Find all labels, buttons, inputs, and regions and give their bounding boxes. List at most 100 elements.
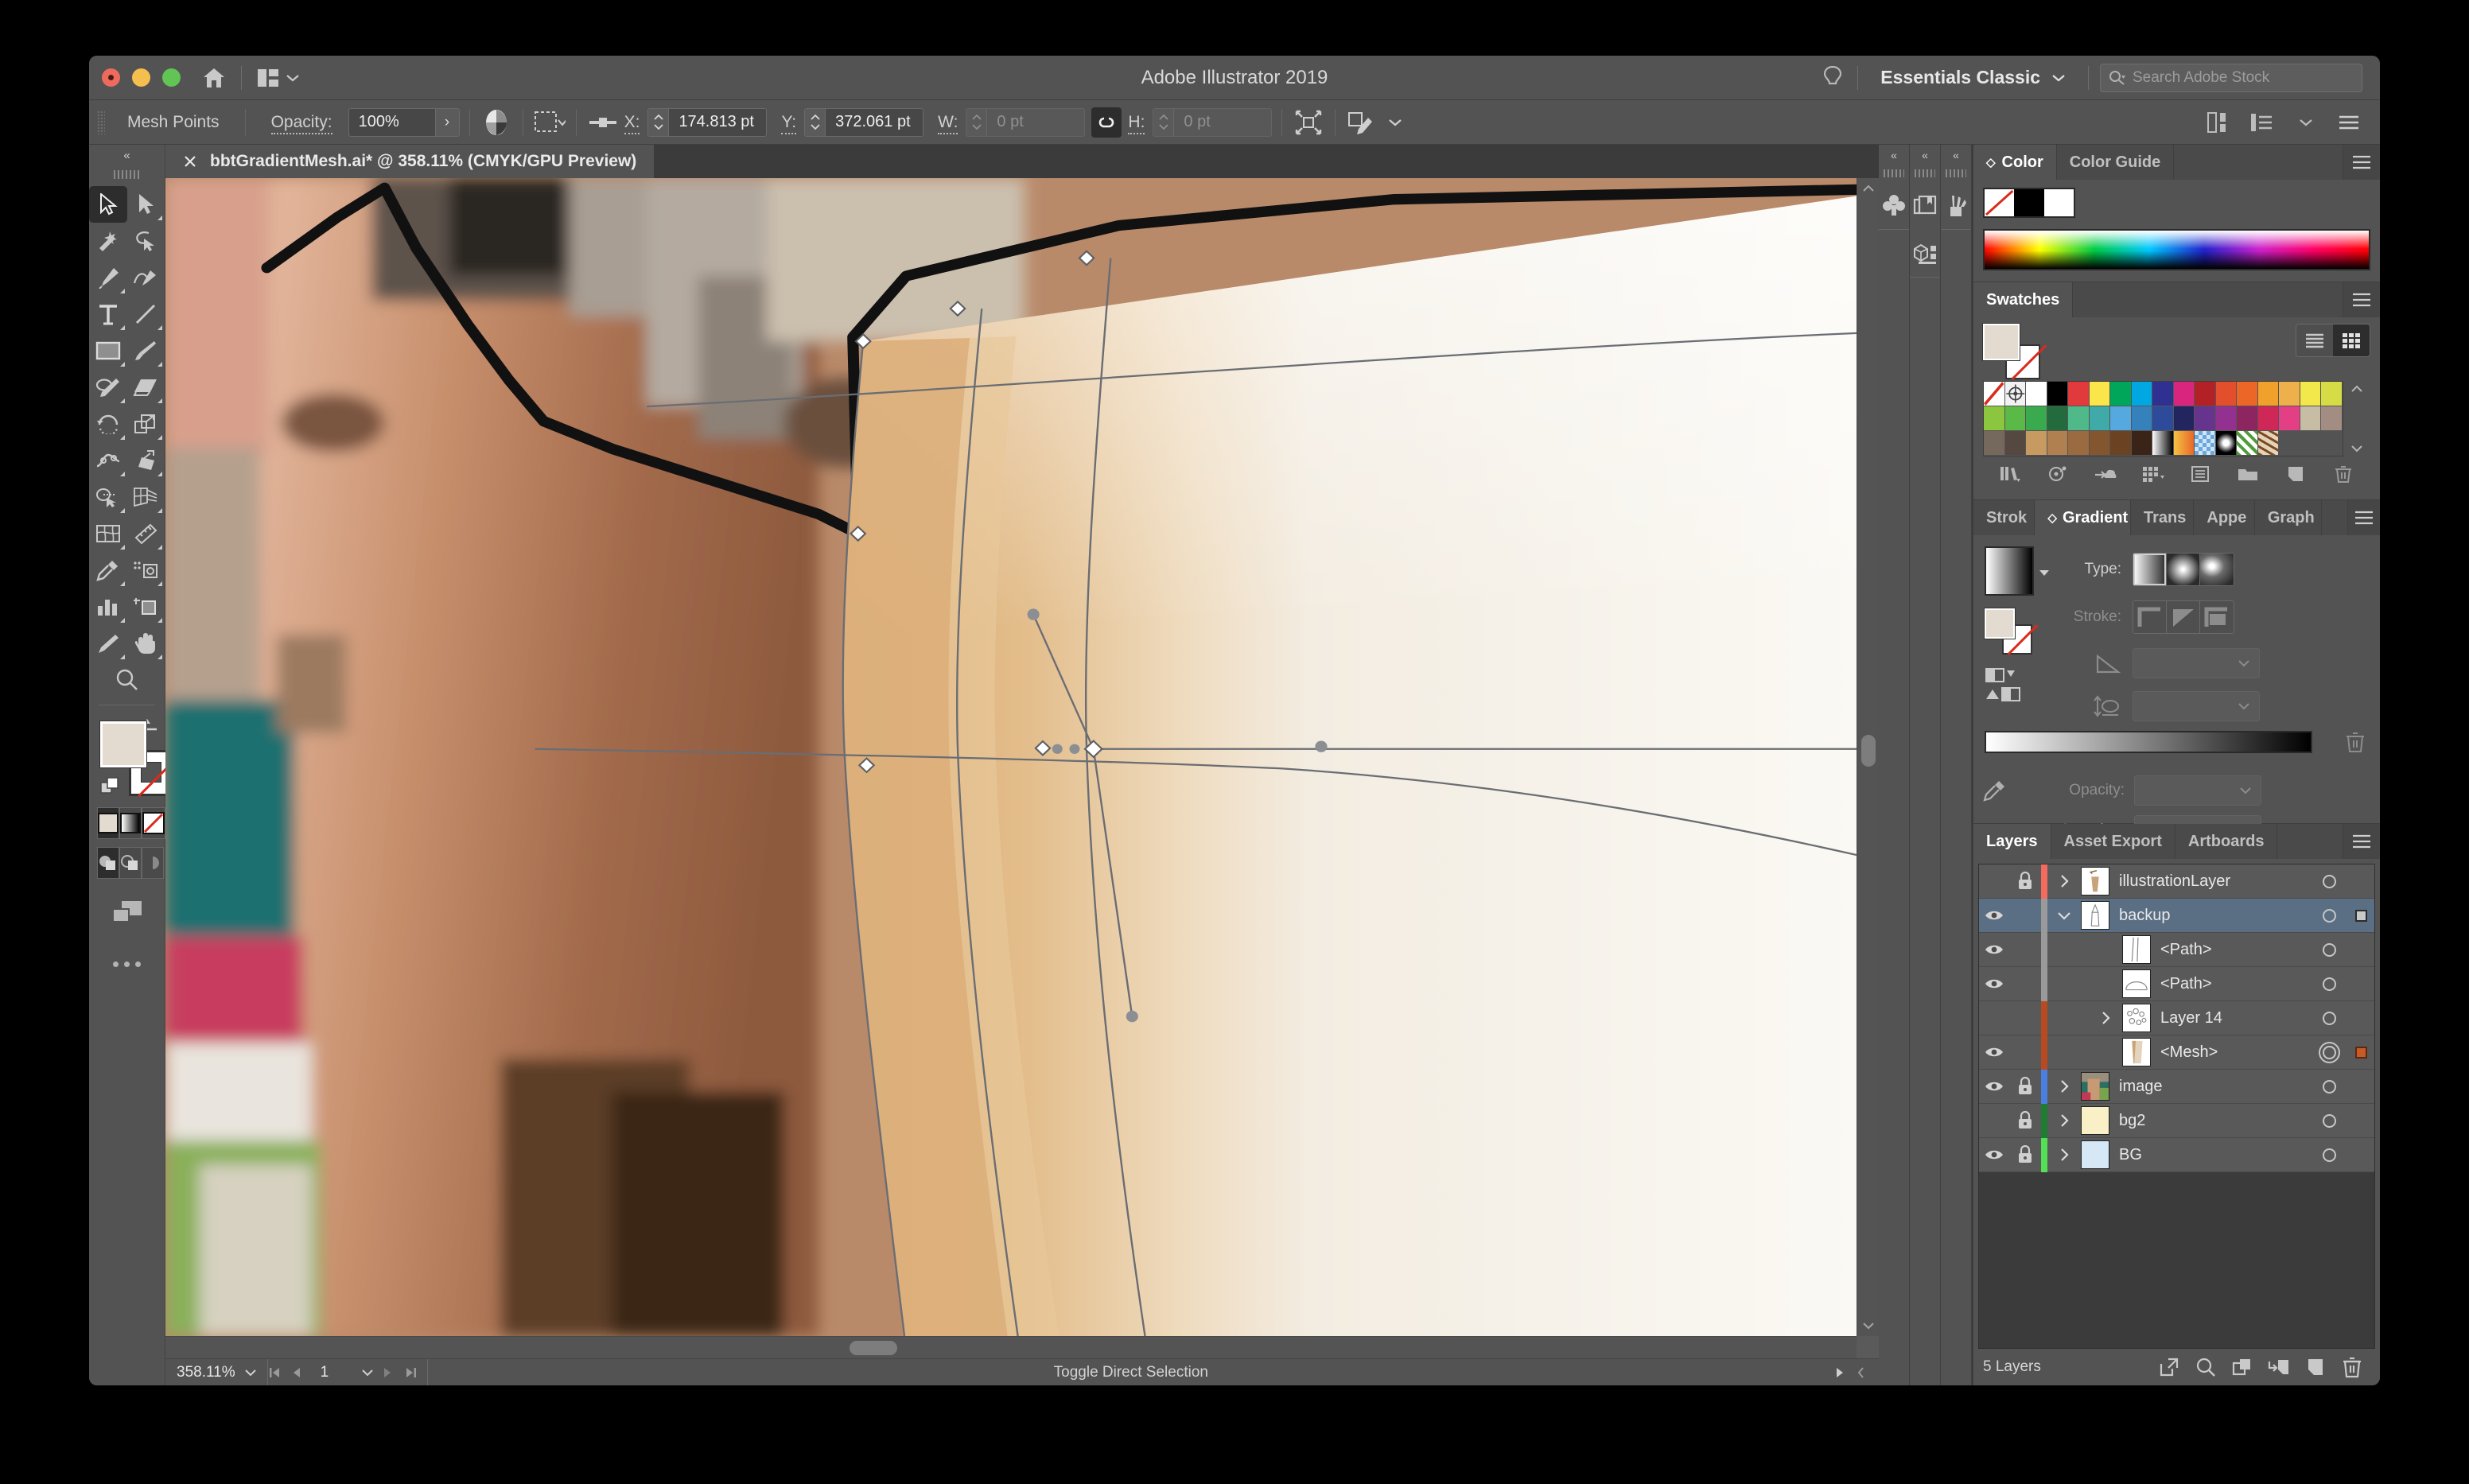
document-tab[interactable]: bbtGradientMesh.ai* @ 358.11% (CMYK/GPU … <box>165 145 655 178</box>
target-indicator[interactable] <box>2322 942 2336 957</box>
swatch-cell[interactable] <box>2195 406 2216 431</box>
swatches-fill-swatch[interactable] <box>1982 323 2020 361</box>
horizontal-scrollbar[interactable] <box>165 1336 1857 1358</box>
tab-color[interactable]: ◇ Color <box>1973 145 2057 180</box>
layer-row[interactable]: backup <box>1979 898 2374 933</box>
create-new-layer-icon[interactable] <box>2297 1357 2334 1377</box>
selection-tool[interactable] <box>89 186 127 223</box>
layer-row[interactable]: bg2 <box>1979 1103 2374 1138</box>
radial-gradient-button[interactable] <box>2167 554 2200 585</box>
add-to-library-icon[interactable] <box>2082 465 2129 483</box>
layer-expand-toggle[interactable] <box>2047 1113 2081 1128</box>
swatch-cell[interactable] <box>2257 382 2280 406</box>
draw-inside-icon[interactable] <box>142 847 164 879</box>
layer-lock-toggle[interactable] <box>2009 872 2041 891</box>
measure-tool[interactable] <box>127 515 165 552</box>
tab-graphic-styles[interactable]: Graph <box>2254 500 2323 535</box>
layer-name[interactable]: image <box>2119 1078 2311 1096</box>
layer-name[interactable]: bg2 <box>2119 1112 2311 1130</box>
gradient-fill-swatch[interactable] <box>1984 608 2016 639</box>
swatch-cell[interactable] <box>2152 382 2174 406</box>
link-dimensions-icon[interactable] <box>1091 107 1122 138</box>
swatch-cell[interactable] <box>2300 406 2322 431</box>
target-indicator[interactable] <box>2322 1045 2336 1059</box>
delete-layer-icon[interactable] <box>2334 1356 2370 1378</box>
create-new-sublayer-icon[interactable] <box>2261 1357 2297 1377</box>
swatch-cell[interactable] <box>2300 382 2322 406</box>
pen-tool[interactable] <box>89 259 127 296</box>
swatch-cell[interactable] <box>2237 406 2258 431</box>
layer-row[interactable]: <Mesh> <box>1979 1035 2374 1070</box>
tab-swatches[interactable]: Swatches <box>1973 282 2074 317</box>
resize-grip-icon[interactable] <box>1857 1366 1879 1379</box>
gradient-angle-select[interactable] <box>2133 648 2260 678</box>
workspace-switcher[interactable]: Essentials Classic <box>1869 67 2077 88</box>
swatch-cell[interactable] <box>2026 382 2047 406</box>
layer-row[interactable]: <Path> <box>1979 932 2374 967</box>
rectangle-tool[interactable] <box>89 332 127 369</box>
gradient-fill-icon[interactable] <box>119 807 142 839</box>
chevron-down-icon[interactable] <box>243 1369 267 1377</box>
swatch-options-icon[interactable] <box>2177 464 2225 484</box>
swatch-cell[interactable] <box>1984 382 2005 406</box>
swatch-cell[interactable] <box>2131 431 2153 456</box>
swatch-cell[interactable] <box>2279 382 2300 406</box>
scroll-up-arrow[interactable] <box>1857 178 1879 199</box>
layer-lock-toggle[interactable] <box>2009 1077 2041 1096</box>
slice-tool[interactable] <box>89 625 127 662</box>
swatch-cell[interactable] <box>2110 406 2132 431</box>
perspective-grid-tool[interactable] <box>127 479 165 515</box>
swatch-cell[interactable] <box>2195 431 2216 456</box>
layer-visibility-toggle[interactable] <box>1979 1046 2009 1059</box>
draw-normal-icon[interactable] <box>97 847 119 879</box>
swatch-cell[interactable] <box>2026 406 2047 431</box>
control-bar-grip[interactable] <box>97 110 105 134</box>
layer-lock-toggle[interactable] <box>2009 1145 2041 1164</box>
layer-expand-toggle[interactable] <box>2047 1148 2081 1162</box>
gradient-opacity-select[interactable] <box>2134 775 2261 806</box>
swatch-cell[interactable] <box>2089 382 2111 406</box>
layer-lock-toggle[interactable] <box>2009 1111 2041 1130</box>
swatch-cell[interactable] <box>2110 382 2132 406</box>
align-icon[interactable] <box>2203 107 2237 138</box>
swatch-cell[interactable] <box>2173 406 2195 431</box>
locate-object-icon[interactable] <box>2187 1357 2224 1377</box>
swatch-cell[interactable] <box>2257 406 2280 431</box>
edit-toolbar-dots-icon[interactable] <box>89 944 165 984</box>
last-artboard-icon[interactable] <box>405 1366 427 1379</box>
gradient-preview-swatch[interactable] <box>1985 546 2034 596</box>
artboard-tool[interactable] <box>127 589 165 625</box>
next-artboard-icon[interactable] <box>383 1366 405 1379</box>
layer-name[interactable]: <Path> <box>2160 941 2311 959</box>
tools-panel-grip[interactable] <box>89 165 165 183</box>
layer-visibility-toggle[interactable] <box>1979 1148 2009 1161</box>
graph-tool[interactable] <box>89 589 127 625</box>
swatch-cell[interactable] <box>1984 406 2005 431</box>
eraser-tool[interactable] <box>127 369 165 406</box>
x-position-field[interactable]: 174.813 pt <box>647 107 768 137</box>
scroll-down-arrow[interactable] <box>1857 1315 1879 1336</box>
show-swatch-kinds-icon[interactable] <box>2129 464 2177 484</box>
layer-row[interactable]: BG <box>1979 1137 2374 1172</box>
change-screen-mode-icon[interactable] <box>89 890 165 934</box>
direct-selection-tool[interactable] <box>127 186 165 223</box>
gradient-aspect-select[interactable] <box>2133 691 2260 721</box>
black-swatch[interactable] <box>2014 189 2044 216</box>
delete-gradient-stop-icon[interactable] <box>2345 731 2366 753</box>
swatch-cell[interactable] <box>2089 406 2111 431</box>
hand-tool[interactable] <box>127 625 165 662</box>
panel-menu-icon[interactable] <box>2343 282 2380 317</box>
target-indicator[interactable] <box>2322 1113 2336 1128</box>
gradient-fill-stroke-toggle-icon[interactable] <box>1985 667 2028 702</box>
layer-expand-toggle[interactable] <box>2089 1011 2122 1025</box>
graphic-styles-panel-icon[interactable] <box>1910 229 1940 277</box>
swatch-cell[interactable] <box>2131 382 2153 406</box>
line-segment-tool[interactable] <box>127 296 165 332</box>
swatches-grid[interactable] <box>1983 381 2343 456</box>
layer-row[interactable]: Layer 14 <box>1979 1000 2374 1035</box>
home-icon[interactable] <box>198 62 230 94</box>
delete-swatch-icon[interactable] <box>2319 464 2367 484</box>
target-indicator[interactable] <box>2322 874 2336 888</box>
y-position-field[interactable]: 372.061 pt <box>804 107 924 137</box>
layer-expand-toggle[interactable] <box>2047 1079 2081 1094</box>
